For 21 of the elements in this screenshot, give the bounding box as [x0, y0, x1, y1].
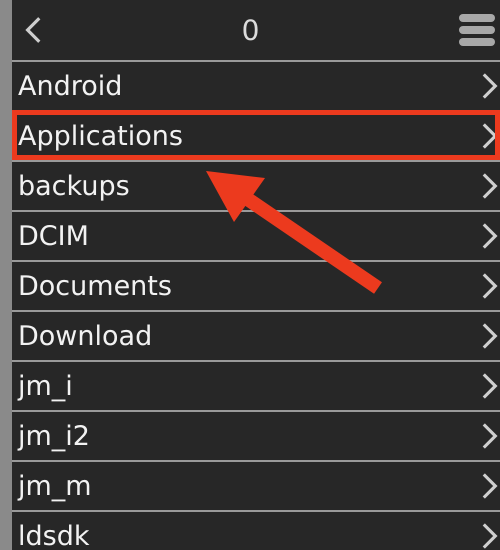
folder-title: 0	[242, 14, 260, 46]
chevron-icon	[482, 472, 498, 500]
chevron-icon	[482, 522, 498, 550]
chevron-icon	[482, 222, 498, 250]
back-icon[interactable]	[24, 15, 42, 45]
chevron-icon	[482, 272, 498, 300]
folder-item[interactable]: jm_i	[12, 360, 500, 410]
chevron-icon	[482, 422, 498, 450]
folder-item[interactable]: Android	[12, 60, 500, 110]
folder-item[interactable]: Applications	[12, 110, 500, 160]
folder-item[interactable]: Download	[12, 310, 500, 360]
chevron-icon	[482, 322, 498, 350]
chevron-icon	[482, 172, 498, 200]
folder-item[interactable]: Documents	[12, 260, 500, 310]
folder-item[interactable]: jm_m	[12, 460, 500, 510]
chevron-icon	[482, 372, 498, 400]
chevron-icon	[482, 72, 498, 100]
folder-item[interactable]: jm_i2	[12, 410, 500, 460]
folder-item[interactable]: ldsdk	[12, 510, 500, 550]
menu-icon[interactable]	[458, 13, 495, 47]
chevron-icon	[482, 122, 498, 150]
